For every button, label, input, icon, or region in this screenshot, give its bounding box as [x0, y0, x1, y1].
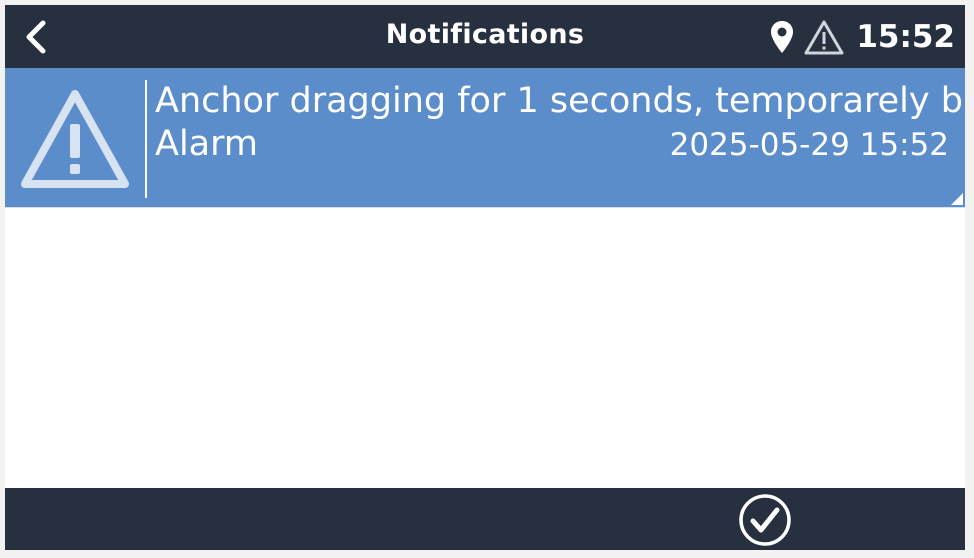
warning-triangle-icon — [804, 20, 844, 55]
status-area: 15:52 — [770, 15, 955, 59]
notification-type: Alarm — [155, 124, 258, 164]
top-bar: Notifications 15:52 — [5, 5, 965, 68]
bottom-bar — [5, 488, 965, 550]
map-pin-icon — [771, 21, 794, 53]
row-separator — [5, 207, 965, 208]
notification-message: Anchor dragging for 1 seconds, temporare… — [155, 81, 963, 121]
app-screen: Notifications 15:52 Anchor dragging for … — [5, 5, 965, 550]
corner-marker-icon — [951, 193, 963, 205]
acknowledge-button[interactable] — [738, 493, 792, 547]
check-circle-icon — [739, 494, 791, 546]
notification-datetime: 2025-05-29 15:52 — [669, 127, 949, 163]
warning-triangle-icon — [21, 90, 129, 188]
row-divider — [145, 80, 147, 198]
notification-item[interactable]: Anchor dragging for 1 seconds, temporare… — [5, 68, 965, 207]
clock-time: 15:52 — [856, 19, 955, 55]
